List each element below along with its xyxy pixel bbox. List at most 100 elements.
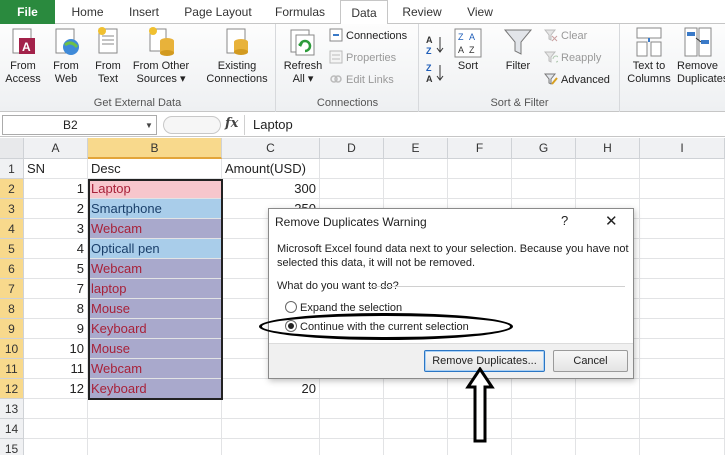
- cell-a8[interactable]: 8: [24, 299, 88, 319]
- cell-i13[interactable]: [640, 399, 725, 419]
- row-header[interactable]: 10: [0, 339, 24, 359]
- existing-connections-button[interactable]: Existing Connections: [204, 26, 270, 86]
- cell-h15[interactable]: [576, 439, 640, 455]
- cell-b3[interactable]: Smartphone: [88, 199, 222, 219]
- cell-b2[interactable]: Laptop: [88, 179, 222, 199]
- from-other-sources-button[interactable]: From Other Sources ▾: [128, 26, 194, 86]
- cell-e14[interactable]: [384, 419, 448, 439]
- cell-i3[interactable]: [640, 199, 725, 219]
- cell-a3[interactable]: 2: [24, 199, 88, 219]
- cell-i14[interactable]: [640, 419, 725, 439]
- sort-az-button[interactable]: AZ: [426, 34, 446, 56]
- cell-c15[interactable]: [222, 439, 320, 455]
- cell-h14[interactable]: [576, 419, 640, 439]
- cell-g15[interactable]: [512, 439, 576, 455]
- tab-insert[interactable]: Insert: [118, 0, 170, 24]
- cell-a5[interactable]: 4: [24, 239, 88, 259]
- sort-za-button[interactable]: ZA: [426, 62, 446, 84]
- cell-b7[interactable]: laptop: [88, 279, 222, 299]
- advanced-filter-button[interactable]: Advanced: [543, 71, 610, 89]
- connections-button[interactable]: Connections: [329, 27, 407, 45]
- row-header[interactable]: 8: [0, 299, 24, 319]
- cell-e12[interactable]: [384, 379, 448, 399]
- row-header[interactable]: 7: [0, 279, 24, 299]
- cell-a15[interactable]: [24, 439, 88, 455]
- cell-i7[interactable]: [640, 279, 725, 299]
- expand-selection-radio[interactable]: [285, 301, 297, 313]
- cell-a14[interactable]: [24, 419, 88, 439]
- cell-i12[interactable]: [640, 379, 725, 399]
- tab-formulas[interactable]: Formulas: [268, 0, 332, 24]
- tab-file[interactable]: File: [0, 0, 55, 24]
- cell-f1[interactable]: [448, 159, 512, 179]
- from-web-button[interactable]: From Web: [46, 26, 86, 86]
- cell-h12[interactable]: [576, 379, 640, 399]
- sort-button[interactable]: ZAAZ Sort: [450, 26, 486, 73]
- cell-b11[interactable]: Webcam: [88, 359, 222, 379]
- cell-d13[interactable]: [320, 399, 384, 419]
- name-box-dropdown-icon[interactable]: ▼: [145, 121, 153, 130]
- cell-i8[interactable]: [640, 299, 725, 319]
- row-header[interactable]: 11: [0, 359, 24, 379]
- cell-b13[interactable]: [88, 399, 222, 419]
- cell-g14[interactable]: [512, 419, 576, 439]
- cell-b4[interactable]: Webcam: [88, 219, 222, 239]
- cell-e15[interactable]: [384, 439, 448, 455]
- cell-e2[interactable]: [384, 179, 448, 199]
- formula-bar-resize-handle[interactable]: [163, 116, 221, 134]
- row-header[interactable]: 5: [0, 239, 24, 259]
- cell-g12[interactable]: [512, 379, 576, 399]
- cell-g2[interactable]: [512, 179, 576, 199]
- clear-filter-button[interactable]: Clear: [543, 27, 587, 45]
- cell-c2[interactable]: 300: [222, 179, 320, 199]
- cell-c12[interactable]: 20: [222, 379, 320, 399]
- name-box[interactable]: B2: [2, 115, 157, 135]
- tab-home[interactable]: Home: [60, 0, 115, 24]
- column-header-a[interactable]: A: [24, 138, 88, 159]
- column-header-e[interactable]: E: [384, 138, 448, 159]
- properties-button[interactable]: Properties: [329, 49, 396, 67]
- cell-i6[interactable]: [640, 259, 725, 279]
- cell-a6[interactable]: 5: [24, 259, 88, 279]
- column-header-c[interactable]: C: [222, 138, 320, 159]
- close-icon[interactable]: ✕: [605, 212, 618, 230]
- cell-b8[interactable]: Mouse: [88, 299, 222, 319]
- cell-a2[interactable]: 1: [24, 179, 88, 199]
- tab-data[interactable]: Data: [340, 0, 388, 25]
- cell-h1[interactable]: [576, 159, 640, 179]
- row-header[interactable]: 4: [0, 219, 24, 239]
- help-icon[interactable]: ?: [561, 213, 568, 228]
- cell-d2[interactable]: [320, 179, 384, 199]
- from-access-button[interactable]: A From Access: [3, 26, 43, 86]
- cell-g13[interactable]: [512, 399, 576, 419]
- tab-review[interactable]: Review: [396, 0, 448, 24]
- cell-i5[interactable]: [640, 239, 725, 259]
- cell-b14[interactable]: [88, 419, 222, 439]
- cell-a13[interactable]: [24, 399, 88, 419]
- cell-b1[interactable]: Desc: [88, 159, 222, 179]
- cancel-button[interactable]: Cancel: [553, 350, 628, 372]
- column-header-d[interactable]: D: [320, 138, 384, 159]
- cell-i11[interactable]: [640, 359, 725, 379]
- refresh-all-button[interactable]: Refresh All ▾: [281, 26, 325, 86]
- cell-h2[interactable]: [576, 179, 640, 199]
- cell-e13[interactable]: [384, 399, 448, 419]
- cell-i2[interactable]: [640, 179, 725, 199]
- tab-page-layout[interactable]: Page Layout: [180, 0, 256, 24]
- from-text-button[interactable]: From Text: [89, 26, 127, 86]
- cell-b12[interactable]: Keyboard: [88, 379, 222, 399]
- select-all-corner[interactable]: [0, 138, 24, 159]
- cell-b6[interactable]: Webcam: [88, 259, 222, 279]
- cell-b10[interactable]: Mouse: [88, 339, 222, 359]
- row-header[interactable]: 1: [0, 159, 24, 179]
- cell-i1[interactable]: [640, 159, 725, 179]
- cell-a7[interactable]: 7: [24, 279, 88, 299]
- cell-i4[interactable]: [640, 219, 725, 239]
- cell-c1[interactable]: Amount(USD): [222, 159, 320, 179]
- insert-function-icon[interactable]: fx: [225, 116, 238, 131]
- cell-i9[interactable]: [640, 319, 725, 339]
- tab-view[interactable]: View: [458, 0, 502, 24]
- row-header[interactable]: 6: [0, 259, 24, 279]
- cell-c13[interactable]: [222, 399, 320, 419]
- cell-i15[interactable]: [640, 439, 725, 455]
